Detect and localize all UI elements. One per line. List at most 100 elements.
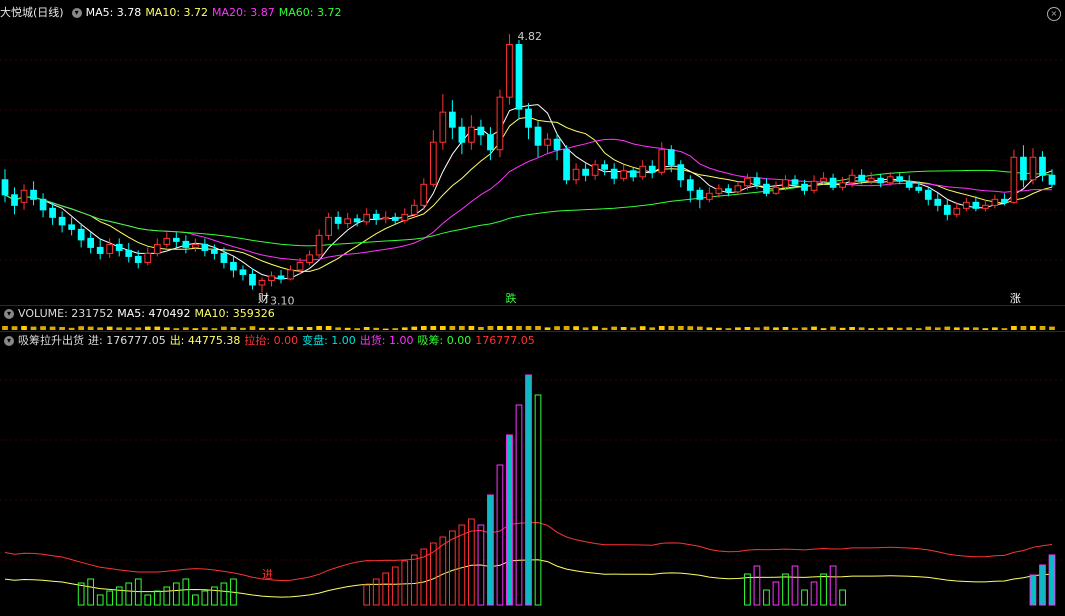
candle-body — [591, 164, 599, 176]
volume-bar — [563, 326, 570, 330]
candle-body — [820, 177, 827, 182]
candle-body — [772, 186, 780, 194]
candle-body — [39, 198, 47, 211]
volume-bar — [735, 327, 741, 330]
indicator-bar — [487, 494, 494, 606]
volume-bar — [59, 327, 65, 330]
indicator-bar — [144, 594, 152, 606]
volume-bar — [868, 328, 875, 330]
volume-bar — [716, 327, 722, 330]
volume-bar — [877, 327, 884, 330]
candle-body — [1010, 156, 1018, 203]
volume-bar — [754, 327, 760, 330]
candle-body — [1029, 156, 1037, 181]
volume-bar — [506, 326, 513, 330]
candle-body — [30, 189, 37, 200]
candle-body — [277, 275, 285, 280]
volume-bar — [696, 326, 703, 330]
volume-bar — [982, 328, 989, 330]
candle-body — [953, 207, 961, 215]
candle-body — [924, 189, 932, 200]
candle-body — [867, 177, 875, 182]
indicator-bar — [458, 524, 466, 606]
candle-body — [487, 134, 494, 151]
volume-bar — [363, 327, 370, 330]
candle-body — [439, 111, 447, 143]
candle-body — [1020, 156, 1027, 181]
indicator-bar — [791, 565, 799, 606]
grid-lines — [0, 59, 1065, 561]
chart-canvas[interactable]: 4.82 3.10 财 跌 涨 进 — [0, 0, 1065, 616]
volume-bar — [535, 326, 541, 330]
candle-body — [391, 216, 399, 221]
volume-bar — [439, 326, 446, 330]
volume-bar — [1011, 326, 1017, 330]
volume-bar — [116, 327, 123, 330]
candle-body — [163, 237, 171, 245]
low-price-label: 3.10 — [270, 294, 295, 307]
candle-body — [448, 111, 456, 128]
candle-body — [49, 207, 56, 218]
indicator-bar — [744, 573, 751, 606]
indicator-bar — [87, 578, 95, 606]
chart-annotations: 4.82 3.10 财 跌 涨 进 — [258, 30, 1021, 581]
indicator-bar — [410, 554, 418, 606]
volume-bar — [725, 328, 732, 330]
candle-body — [610, 168, 618, 179]
volume-bar — [144, 326, 151, 330]
candle-body — [934, 198, 942, 206]
volume-bar — [972, 327, 979, 330]
candle-body — [534, 126, 542, 146]
volume-bar — [192, 328, 199, 330]
volume-bar — [677, 326, 684, 330]
volume-bar — [344, 327, 351, 330]
volume-bar — [516, 326, 522, 330]
candle-body — [363, 213, 371, 223]
indicator-bar — [363, 584, 371, 606]
volume-bar — [354, 328, 361, 330]
volume-bar — [944, 326, 951, 330]
candle-body — [744, 177, 751, 187]
candle-body — [705, 192, 713, 200]
candle-body — [629, 170, 637, 178]
candle-body — [477, 126, 485, 136]
volume-bar — [97, 327, 104, 330]
candle-body — [458, 126, 466, 143]
candle-body — [582, 168, 589, 176]
candle-body — [848, 174, 856, 184]
volume-bar — [430, 326, 437, 330]
candle-body — [962, 201, 970, 209]
volume-bar — [316, 326, 322, 330]
candle-body — [372, 213, 380, 220]
indicator-bar — [801, 589, 808, 606]
indicator-bar — [192, 594, 199, 606]
candle-body — [544, 138, 551, 146]
candle-body — [696, 189, 704, 200]
candle-body — [172, 237, 180, 242]
volume-bar — [125, 327, 132, 330]
volume-bar — [782, 327, 789, 330]
volume-bar — [830, 326, 836, 330]
candle-body — [325, 216, 332, 236]
candle-body — [686, 179, 694, 191]
volume-bar — [792, 327, 798, 330]
volume-bar — [801, 327, 808, 330]
candle-body — [230, 261, 237, 271]
candle-body — [982, 204, 989, 209]
candle-body — [829, 177, 837, 188]
volume-bar — [658, 326, 665, 330]
candle-body — [563, 149, 570, 181]
volume-bar — [78, 326, 85, 330]
candle-body — [20, 189, 28, 203]
volume-bar — [297, 327, 303, 330]
candle-body — [211, 249, 218, 254]
volume-bar — [554, 326, 560, 330]
volume-bar — [211, 328, 218, 330]
volume-bar — [925, 326, 932, 330]
volume-bar — [1039, 326, 1046, 330]
volume-bar — [487, 326, 494, 330]
candle-body — [601, 164, 609, 170]
candle-body — [87, 237, 95, 248]
volume-bar — [887, 327, 894, 330]
volume-bar — [87, 326, 94, 330]
